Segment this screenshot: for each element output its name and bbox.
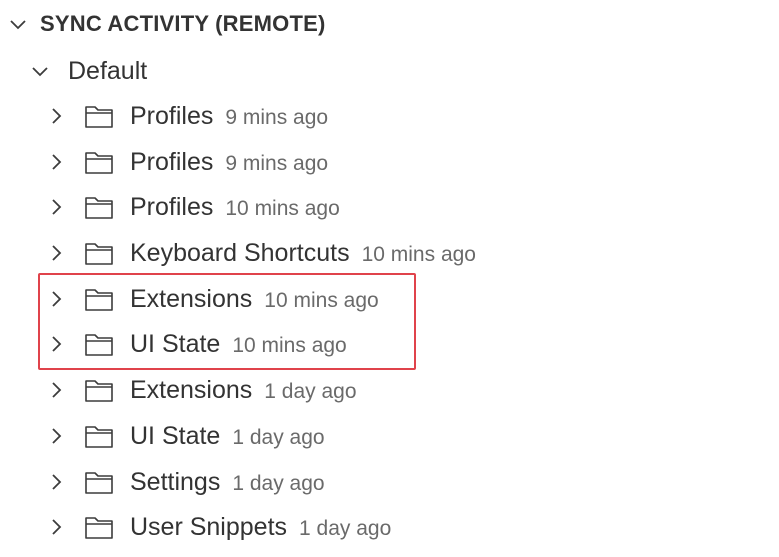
folder-icon xyxy=(84,103,114,129)
tree-group-default[interactable]: Default xyxy=(0,48,779,94)
folder-icon xyxy=(84,286,114,312)
tree-item-label: Extensions 1 day ago xyxy=(130,375,357,407)
tree-item[interactable]: Profiles 9 mins ago xyxy=(0,94,779,140)
tree-item[interactable]: User Snippets 1 day ago xyxy=(0,505,779,551)
chevron-right-icon[interactable] xyxy=(46,289,66,309)
chevron-right-icon[interactable] xyxy=(46,243,66,263)
folder-icon xyxy=(84,377,114,403)
tree-item-label: UI State 10 mins ago xyxy=(130,329,347,361)
chevron-right-icon[interactable] xyxy=(46,197,66,217)
tree-item[interactable]: Profiles 9 mins ago xyxy=(0,140,779,186)
item-time: 10 mins ago xyxy=(264,288,379,312)
chevron-right-icon[interactable] xyxy=(46,426,66,446)
sync-activity-tree: Profiles 9 mins ago Profiles 9 mins ago Pr… xyxy=(0,94,779,551)
folder-icon xyxy=(84,240,114,266)
tree-item[interactable]: Settings 1 day ago xyxy=(0,460,779,506)
item-time: 10 mins ago xyxy=(225,197,340,221)
tree-item[interactable]: Profiles 10 mins ago xyxy=(0,185,779,231)
chevron-right-icon[interactable] xyxy=(46,106,66,126)
item-time: 10 mins ago xyxy=(361,243,476,267)
item-time: 1 day ago xyxy=(232,425,325,449)
folder-icon xyxy=(84,514,114,540)
item-name: Profiles xyxy=(130,102,214,130)
item-name: Keyboard Shortcuts xyxy=(130,239,350,268)
folder-icon xyxy=(84,149,114,175)
item-name: UI State xyxy=(130,330,221,359)
item-name: User Snippets xyxy=(130,513,288,542)
tree-item-label: UI State 1 day ago xyxy=(130,421,325,453)
item-time: 9 mins ago xyxy=(225,106,329,129)
folder-icon xyxy=(84,331,114,357)
tree-item[interactable]: Extensions 1 day ago xyxy=(0,368,779,414)
tree-item[interactable]: Keyboard Shortcuts 10 mins ago xyxy=(0,231,779,277)
item-name: Extensions xyxy=(130,284,253,313)
item-time: 10 mins ago xyxy=(232,334,347,358)
tree-item-label: Profiles 9 mins ago xyxy=(130,101,328,133)
tree-item-label: User Snippets 1 day ago xyxy=(130,512,391,544)
folder-icon xyxy=(84,469,114,495)
item-name: Settings xyxy=(130,467,221,496)
tree-item-label: Profiles 10 mins ago xyxy=(130,192,340,224)
item-name: UI State xyxy=(130,421,221,450)
chevron-right-icon[interactable] xyxy=(46,472,66,492)
item-time: 1 day ago xyxy=(232,471,325,495)
folder-icon xyxy=(84,423,114,449)
item-name: Profiles xyxy=(130,193,214,222)
folder-icon xyxy=(84,194,114,220)
tree-item-label: Keyboard Shortcuts 10 mins ago xyxy=(130,238,476,270)
chevron-right-icon[interactable] xyxy=(46,380,66,400)
sync-activity-panel: SYNC ACTIVITY (REMOTE) Default Profiles 9… xyxy=(0,0,779,557)
tree-item-label: Profiles 9 mins ago xyxy=(130,147,328,179)
chevron-down-icon[interactable] xyxy=(8,14,28,34)
chevron-down-icon[interactable] xyxy=(30,61,50,81)
tree-item[interactable]: UI State 1 day ago xyxy=(0,414,779,460)
item-name: Profiles xyxy=(130,147,214,176)
tree-item[interactable]: UI State 10 mins ago xyxy=(0,322,779,368)
group-label: Default xyxy=(68,57,148,85)
section-header[interactable]: SYNC ACTIVITY (REMOTE) xyxy=(0,0,779,48)
section-title: SYNC ACTIVITY (REMOTE) xyxy=(40,11,326,36)
tree-item[interactable]: Extensions 10 mins ago xyxy=(0,277,779,323)
item-name: Extensions xyxy=(130,376,253,405)
item-time: 1 day ago xyxy=(264,380,357,404)
chevron-right-icon[interactable] xyxy=(46,334,66,354)
tree-item-label: Settings 1 day ago xyxy=(130,467,325,499)
item-time: 1 day ago xyxy=(299,517,392,541)
item-time: 9 mins ago xyxy=(225,151,329,175)
chevron-right-icon[interactable] xyxy=(46,517,66,537)
tree-item-label: Extensions 10 mins ago xyxy=(130,284,379,316)
chevron-right-icon[interactable] xyxy=(46,152,66,172)
